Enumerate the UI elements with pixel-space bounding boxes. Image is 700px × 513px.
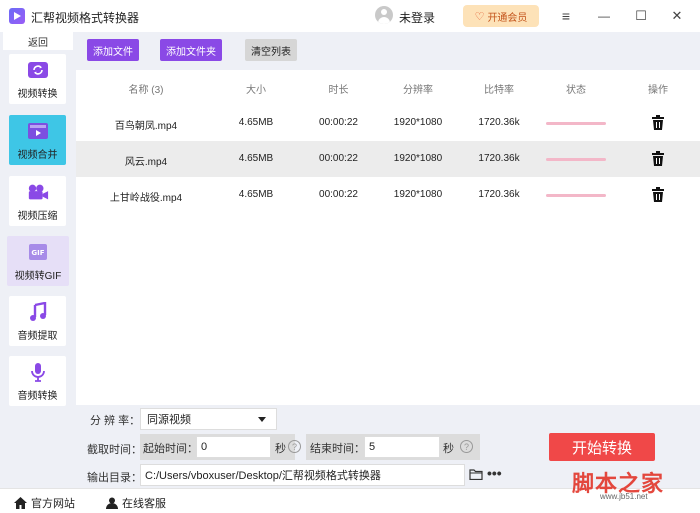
video-convert-icon [27, 60, 49, 80]
cell-size: 4.65MB [238, 153, 274, 164]
status-progress-bar [546, 194, 606, 197]
add-file-button[interactable]: 添加文件 [87, 39, 139, 61]
cell-resolution: 1920*1080 [393, 189, 443, 200]
cell-name: 上甘岭战役.mp4 [109, 193, 183, 204]
chevron-down-icon [258, 417, 266, 422]
end-time-input[interactable]: 5 [364, 436, 440, 458]
cell-bitrate: 1720.36k [478, 189, 520, 200]
column-header-action: 操作 [648, 85, 668, 96]
diamond-icon: ♡ [474, 10, 485, 23]
sidebar: 返回 视频转换 视频合并 视频压缩 GIF 视频转GIF 音频提取 音频转换 [0, 32, 76, 488]
official-website-label: 官方网站 [31, 498, 75, 510]
table-header: 名称 (3) 大小 时长 分辨率 比特率 状态 操作 [76, 70, 700, 104]
start-time-label: 起始时间： [143, 443, 198, 455]
column-header-name: 名称 (3) [128, 85, 164, 96]
column-header-resolution: 分辨率 [403, 85, 433, 96]
cell-resolution: 1920*1080 [393, 117, 443, 128]
resolution-select[interactable]: 同源视频 [140, 408, 277, 430]
cell-duration: 00:00:22 [319, 117, 358, 128]
home-icon [14, 497, 27, 509]
vip-button-label: 开通会员 [487, 12, 528, 24]
user-avatar-icon[interactable] [375, 6, 393, 24]
cell-duration: 00:00:22 [319, 153, 358, 164]
column-header-size: 大小 [246, 85, 266, 96]
sidebar-item-audio-extract[interactable]: 音频提取 [9, 296, 66, 346]
cell-name: 风云.mp4 [124, 157, 168, 168]
official-website-link[interactable]: 官方网站 [14, 495, 75, 511]
trash-icon[interactable] [652, 151, 664, 166]
svg-text:GIF: GIF [31, 249, 44, 257]
online-support-link[interactable]: 在线客服 [106, 495, 166, 511]
video-compress-icon [27, 182, 49, 202]
gif-icon: GIF [27, 242, 49, 262]
cell-size: 4.65MB [238, 189, 274, 200]
sidebar-item-audio-convert[interactable]: 音频转换 [9, 356, 66, 406]
music-note-icon [27, 302, 49, 322]
sidebar-item-label: 视频合并 [17, 150, 58, 161]
column-header-status: 状态 [566, 85, 586, 96]
output-path-input[interactable]: C:/Users/vboxuser/Desktop/汇帮视频格式转换器 [140, 464, 465, 486]
trash-icon[interactable] [652, 187, 664, 202]
trash-icon[interactable] [652, 115, 664, 130]
end-seconds-unit: 秒 [443, 443, 454, 455]
sidebar-item-label: 视频压缩 [17, 211, 58, 222]
help-icon[interactable]: ? [288, 440, 301, 453]
sidebar-item-video-compress[interactable]: 视频压缩 [9, 176, 66, 226]
trim-time-label: 截取时间： [87, 444, 142, 456]
status-progress-bar [546, 158, 606, 161]
close-icon[interactable]: ✕ [665, 4, 689, 28]
status-progress-bar [546, 122, 606, 125]
sidebar-item-video-gif[interactable]: GIF 视频转GIF [7, 236, 69, 286]
end-time-label: 结束时间： [310, 443, 365, 455]
start-time-group: 起始时间： 0 秒 [140, 434, 295, 460]
clear-list-button[interactable]: 清空列表 [245, 39, 297, 61]
cell-size: 4.65MB [238, 117, 274, 128]
maximize-icon[interactable]: ☐ [629, 4, 653, 28]
support-icon [106, 497, 118, 509]
minimize-icon[interactable]: — [592, 4, 616, 28]
cell-bitrate: 1720.36k [478, 117, 520, 128]
sidebar-item-label: 音频转换 [17, 391, 58, 402]
add-folder-button[interactable]: 添加文件夹 [160, 39, 222, 61]
output-dir-label: 输出目录： [87, 472, 142, 484]
cell-name: 百鸟朝凤.mp4 [114, 121, 178, 132]
microphone-icon [27, 362, 49, 382]
start-seconds-unit: 秒 [275, 443, 286, 455]
sidebar-item-label: 音频提取 [17, 331, 58, 342]
start-time-input[interactable]: 0 [196, 436, 271, 458]
help-icon[interactable]: ? [460, 440, 473, 453]
more-options-button[interactable]: ••• [487, 465, 502, 481]
column-header-duration: 时长 [328, 85, 349, 96]
table-row[interactable]: 百鸟朝凤.mp4 4.65MB 00:00:22 1920*1080 1720.… [76, 105, 700, 141]
resolution-label: 分 辨 率： [90, 415, 141, 427]
vip-button[interactable]: ♡ 开通会员 [463, 5, 539, 27]
cell-bitrate: 1720.36k [478, 153, 520, 164]
sidebar-item-video-merge[interactable]: 视频合并 [9, 115, 66, 165]
login-status[interactable]: 未登录 [399, 9, 435, 26]
menu-icon[interactable]: ≡ [554, 4, 578, 28]
back-button[interactable]: 返回 [3, 32, 73, 50]
app-title: 汇帮视频格式转换器 [31, 11, 140, 25]
cell-resolution: 1920*1080 [393, 153, 443, 164]
sidebar-item-video-convert[interactable]: 视频转换 [9, 54, 66, 104]
watermark-url: www.jb51.net [600, 492, 648, 501]
column-header-bitrate: 比特率 [484, 85, 514, 96]
resolution-select-value: 同源视频 [147, 414, 191, 426]
end-time-group: 结束时间： 5 秒 ? [306, 434, 480, 460]
sidebar-item-label: 视频转换 [17, 89, 58, 100]
toolbar: 添加文件 添加文件夹 清空列表 [76, 32, 700, 70]
start-convert-button[interactable]: 开始转换 [549, 433, 655, 461]
app-logo-icon [9, 8, 25, 24]
table-row[interactable]: 上甘岭战役.mp4 4.65MB 00:00:22 1920*1080 1720… [76, 177, 700, 213]
file-table: 名称 (3) 大小 时长 分辨率 比特率 状态 操作 百鸟朝凤.mp4 4.65… [76, 70, 700, 405]
cell-duration: 00:00:22 [319, 189, 358, 200]
video-merge-icon [27, 121, 49, 141]
title-bar: 汇帮视频格式转换器 未登录 ♡ 开通会员 ≡ — ☐ ✕ [0, 0, 700, 32]
sidebar-item-label: 视频转GIF [14, 271, 62, 282]
table-row[interactable]: 风云.mp4 4.65MB 00:00:22 1920*1080 1720.36… [76, 141, 700, 177]
folder-icon[interactable] [469, 469, 483, 480]
online-support-label: 在线客服 [122, 498, 166, 510]
